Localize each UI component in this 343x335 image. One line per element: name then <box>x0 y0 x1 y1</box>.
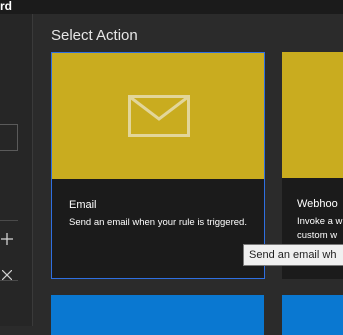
card-description: Send an email when your rule is triggere… <box>69 217 247 228</box>
action-card[interactable] <box>282 295 343 335</box>
card-title: Webhoo <box>297 198 338 210</box>
card-banner <box>52 53 264 179</box>
add-icon[interactable] <box>0 232 14 246</box>
action-card-email[interactable]: Email Send an email when your rule is tr… <box>51 52 265 279</box>
sidebar-separator <box>0 220 18 221</box>
sidebar-separator <box>0 280 18 281</box>
window-title-clip: rd <box>0 0 12 14</box>
card-description: Invoke a w custom w <box>297 215 343 243</box>
left-sidebar <box>0 14 33 326</box>
title-bar: rd <box>0 0 343 14</box>
tooltip: Send an email wh <box>243 244 343 266</box>
sidebar-divider <box>32 14 33 326</box>
sidebar-input-field[interactable] <box>0 124 18 151</box>
card-description-line: Invoke a w <box>297 216 343 227</box>
card-banner <box>282 52 343 178</box>
card-description-line: custom w <box>297 230 338 241</box>
action-card[interactable] <box>51 295 264 335</box>
card-title: Email <box>69 199 97 211</box>
envelope-icon <box>128 95 190 137</box>
window-title: rd <box>0 0 12 13</box>
section-title: Select Action <box>51 27 138 44</box>
